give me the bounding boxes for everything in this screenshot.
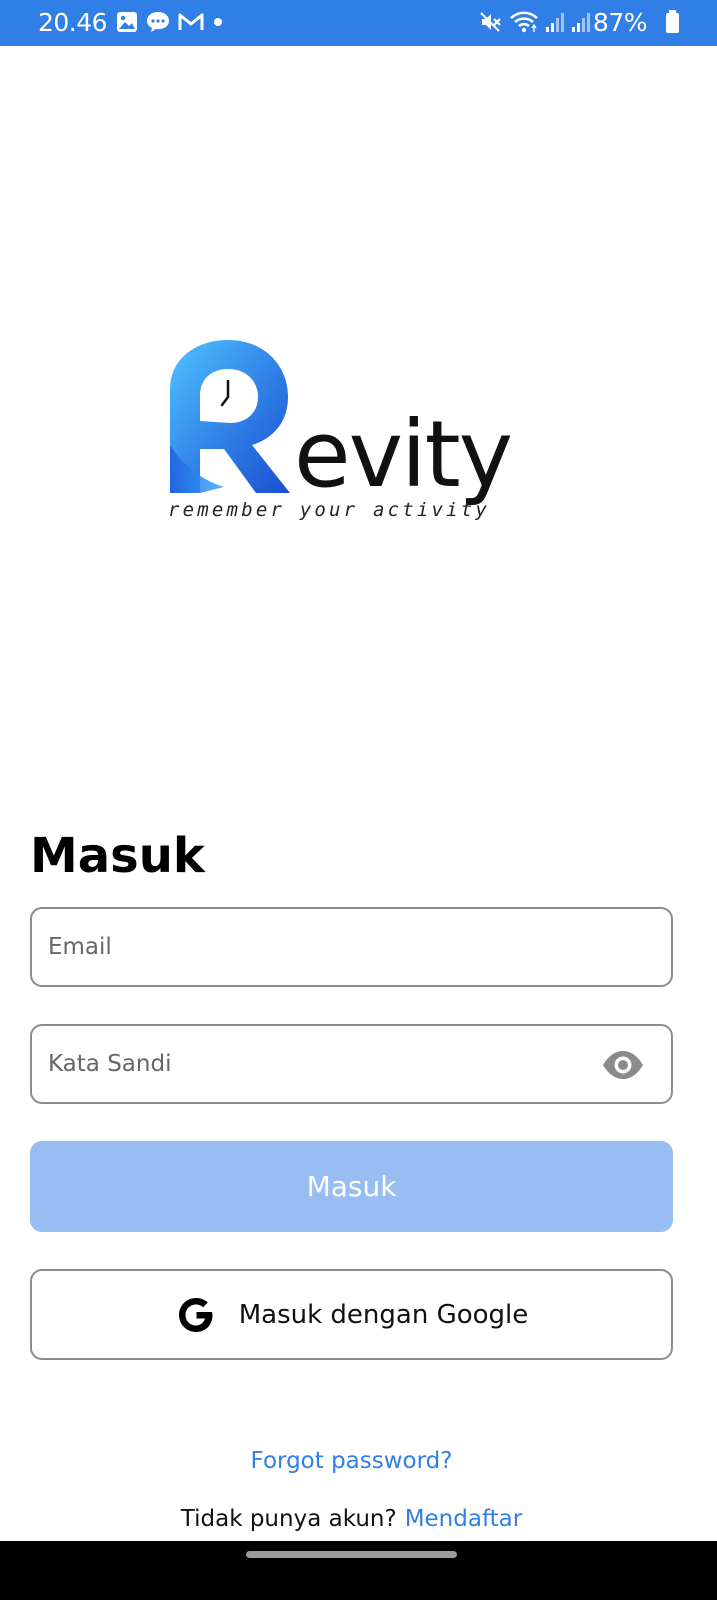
- logo-tagline: remember your activity: [168, 499, 491, 521]
- notification-icons: [116, 11, 224, 33]
- status-time: 20.46: [38, 8, 108, 37]
- system-icons: [479, 10, 591, 34]
- google-icon: [178, 1297, 213, 1332]
- home-indicator[interactable]: [246, 1551, 457, 1558]
- gallery-icon: [117, 12, 137, 32]
- email-input[interactable]: [48, 925, 588, 969]
- battery-percentage: 87%: [592, 8, 648, 37]
- signal-icon: [546, 13, 564, 32]
- forgot-password-link[interactable]: Forgot password?: [0, 1444, 703, 1478]
- signal-icon: [572, 13, 590, 32]
- mute-icon: [480, 12, 501, 32]
- app-logo: evity remember your activity: [160, 335, 550, 535]
- navigation-bar: [0, 1541, 717, 1600]
- battery-icon: [666, 10, 679, 33]
- message-icon: [147, 12, 169, 32]
- google-button-label: Masuk dengan Google: [238, 1299, 529, 1330]
- google-login-button[interactable]: Masuk dengan Google: [30, 1269, 673, 1360]
- logo-r-mark: [170, 340, 290, 493]
- gmail-icon: [178, 13, 204, 30]
- signup-prompt: Tidak punya akun?: [180, 1506, 397, 1532]
- signup-link[interactable]: Mendaftar: [405, 1506, 523, 1532]
- wifi-icon: [510, 11, 538, 33]
- status-bar: 20.46 87%: [0, 0, 717, 46]
- page-title: Masuk: [30, 828, 205, 884]
- dot-icon: [214, 18, 222, 26]
- eye-icon[interactable]: [601, 1050, 645, 1080]
- email-field[interactable]: [30, 907, 673, 987]
- password-field[interactable]: [30, 1024, 673, 1104]
- logo-wordmark: evity: [294, 401, 513, 508]
- password-input[interactable]: [48, 1042, 588, 1086]
- signup-row: Tidak punya akun? Mendaftar: [0, 1502, 703, 1536]
- login-button[interactable]: Masuk: [30, 1141, 673, 1232]
